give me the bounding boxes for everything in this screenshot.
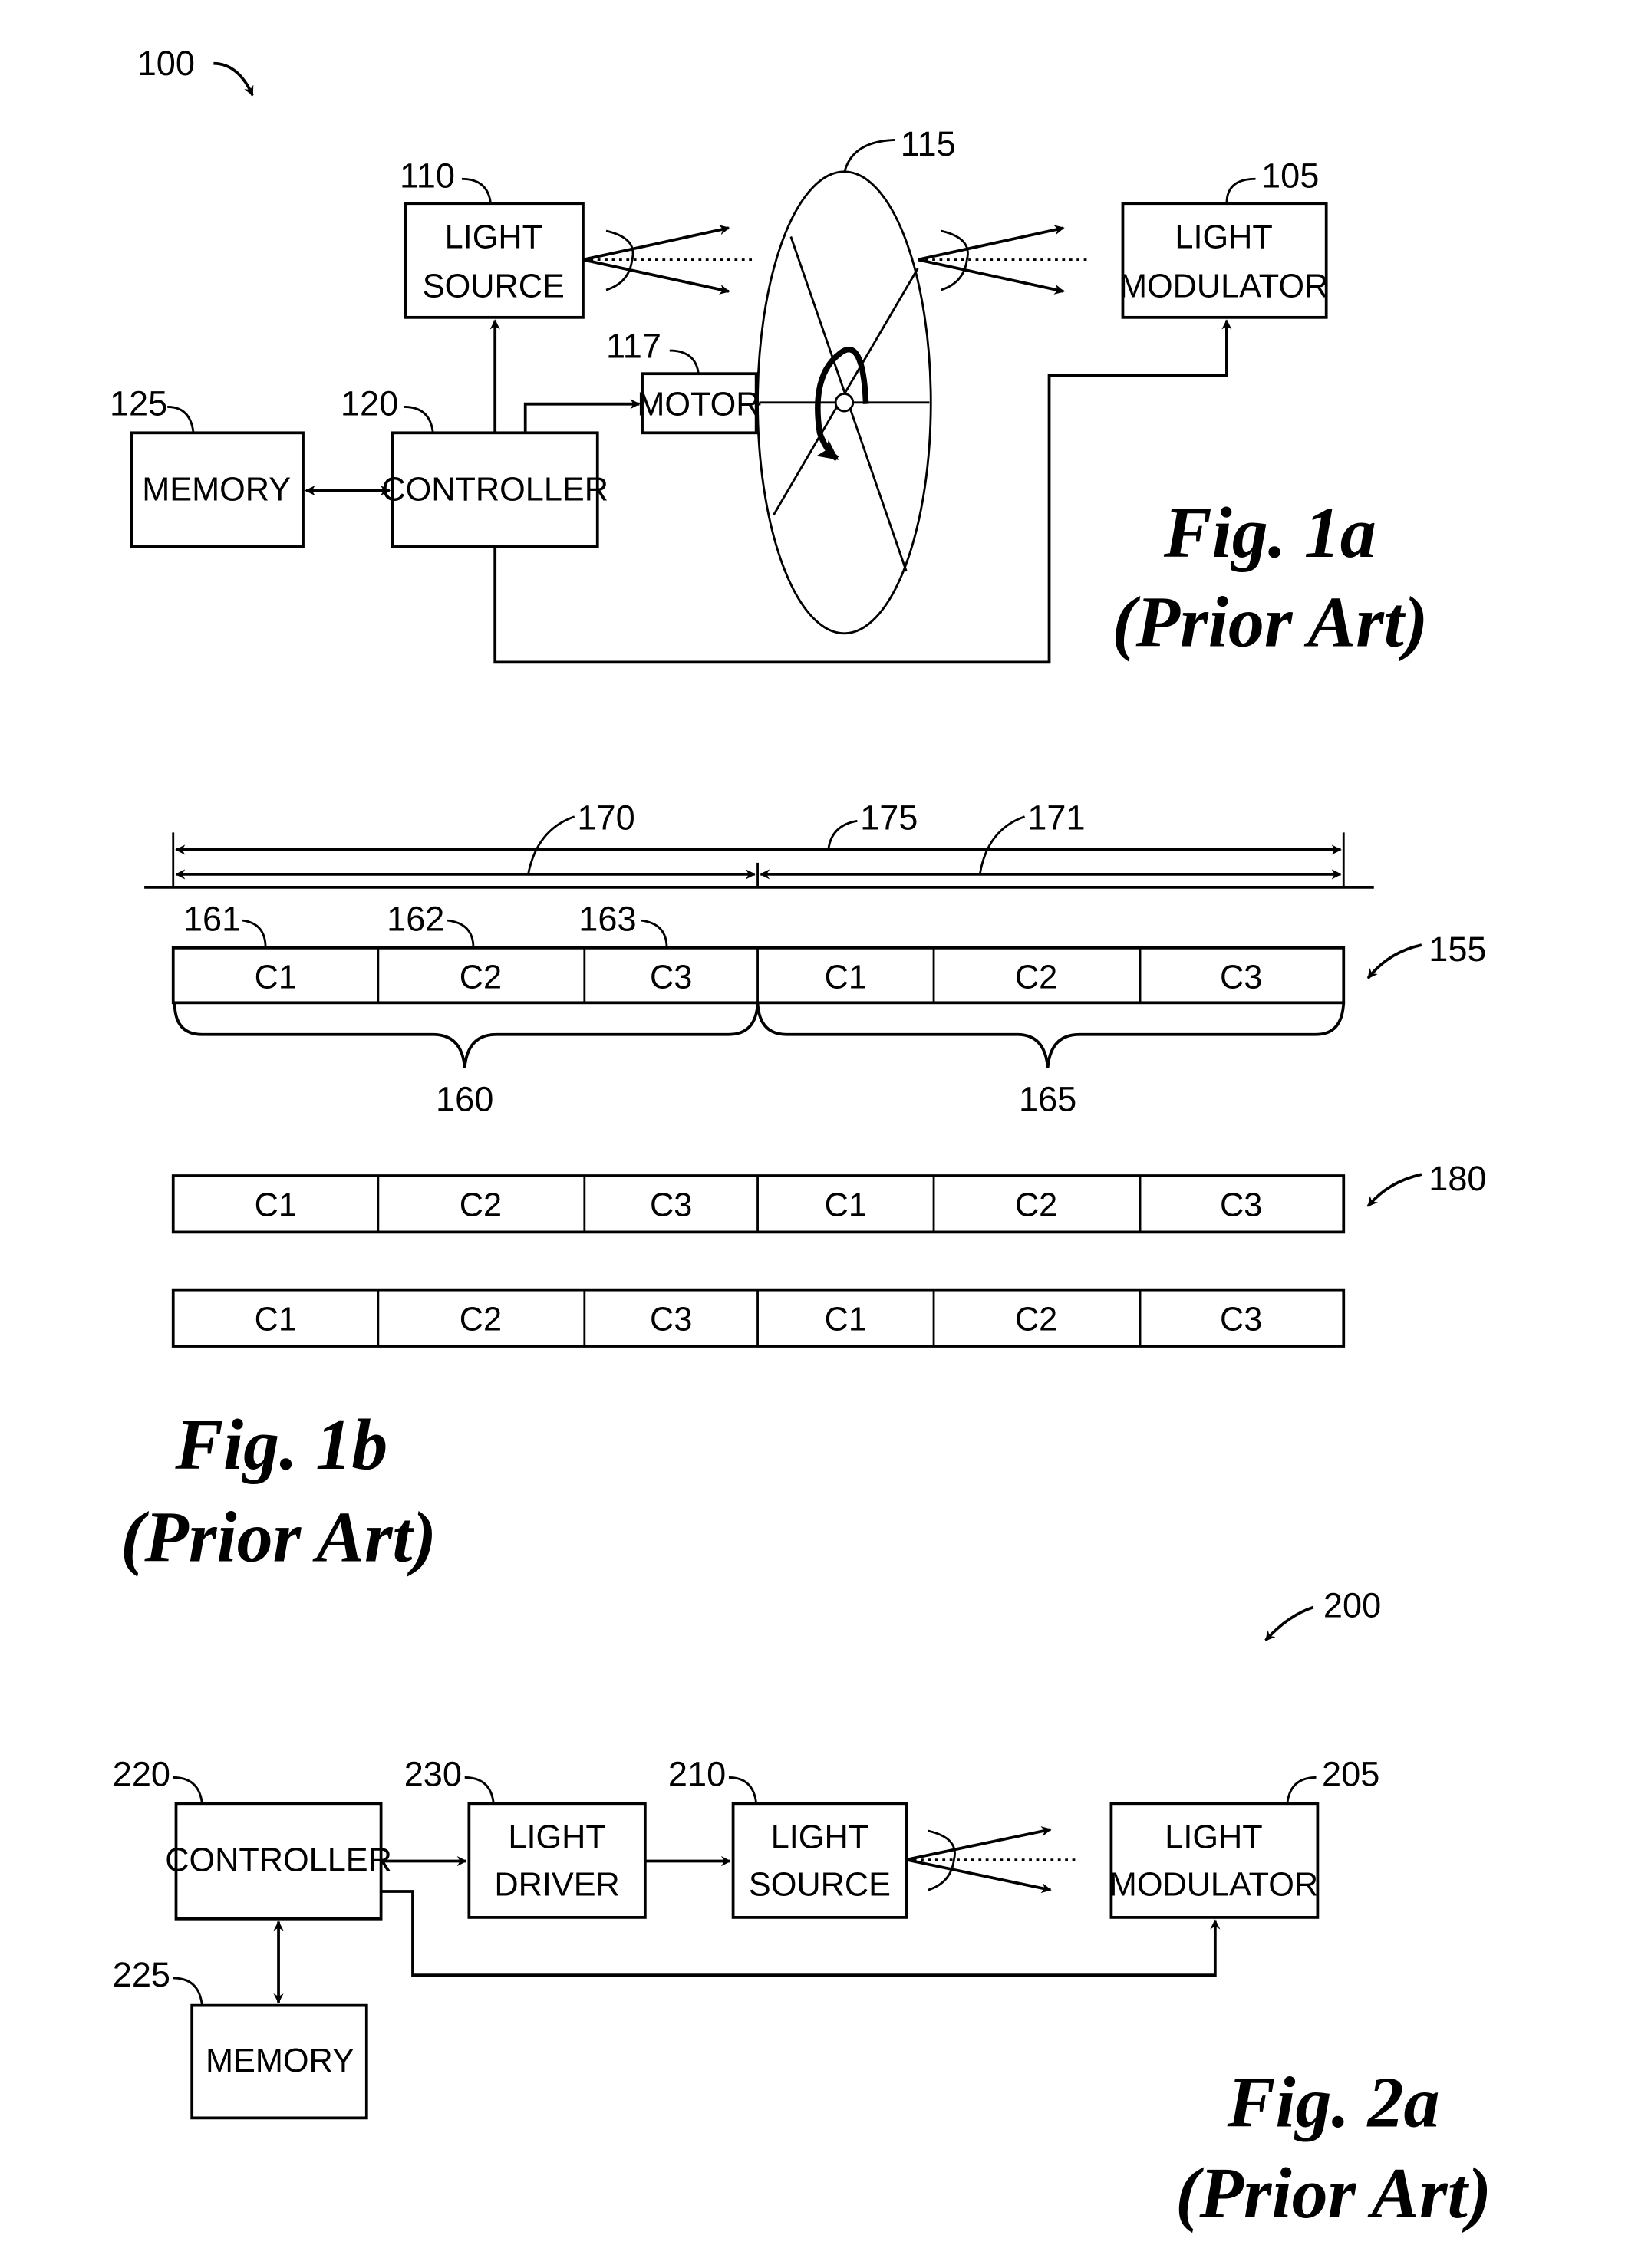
group-ref-165: 165	[1019, 1079, 1076, 1118]
light-source-label-2: SOURCE	[749, 1867, 891, 1904]
figure-1b-subcaption: (Prior Art)	[120, 1497, 437, 1577]
color-segment: C1	[825, 1301, 867, 1338]
group-ref-160: 160	[436, 1079, 493, 1118]
controller-ref: 120	[341, 384, 398, 423]
row-180-arrow	[1366, 1173, 1422, 1207]
light-beam-1	[582, 225, 753, 295]
brace-165	[756, 1002, 1346, 1068]
span-171-ref: 171	[1027, 798, 1085, 838]
figure-1a-ref-arrow	[213, 61, 254, 97]
figure-2a-ref: 200	[1323, 1586, 1381, 1625]
controller-label: CONTROLLER	[381, 472, 608, 509]
color-sequence-row-3: C1 C2 C3 C1 C2 C3	[171, 1288, 1346, 1348]
patent-drawing-sheet: 100 110 LIGHT SOURCE 115 105 LIGHT MODUL…	[110, 44, 1491, 2234]
leader-line	[461, 177, 492, 204]
color-sequence-row-155: C1 C2 C3 C1 C2 C3	[171, 946, 1346, 1005]
memory-ref: 125	[110, 384, 167, 423]
leader-line	[404, 406, 434, 433]
light-driver-block: 230 LIGHT DRIVER	[404, 1755, 647, 1919]
span-175-ref: 175	[860, 798, 918, 838]
leader-line	[843, 139, 895, 174]
memory-ref: 225	[113, 1955, 170, 1994]
row-155-ref: 155	[1429, 930, 1486, 969]
color-segment: C2	[460, 1187, 502, 1224]
row-155-arrow	[1366, 943, 1422, 979]
memory-label: MEMORY	[206, 2043, 354, 2079]
controller-block-2a: 220 CONTROLLER	[113, 1755, 392, 1921]
color-segment: C2	[1015, 1301, 1057, 1338]
light-modulator-label-1: LIGHT	[1175, 219, 1272, 256]
color-segment: C3	[650, 1187, 692, 1224]
leader-line	[167, 406, 195, 433]
color-wheel: 115	[756, 124, 956, 635]
figure-1a-subcaption: (Prior Art)	[1112, 583, 1428, 663]
light-modulator-ref: 205	[1322, 1755, 1379, 1794]
figure-2a-ref-arrow	[1264, 1605, 1314, 1641]
controller-ref: 220	[113, 1755, 170, 1794]
time-span-arrows: 170 175 171	[144, 798, 1374, 889]
light-source-label-1: LIGHT	[771, 1819, 868, 1856]
controller-label: CONTROLLER	[165, 1842, 392, 1879]
segment-ref-163: 163	[578, 899, 636, 938]
color-segment: C2	[460, 960, 502, 996]
light-driver-label-2: DRIVER	[494, 1867, 619, 1904]
light-driver-ref: 230	[404, 1755, 462, 1794]
color-segment: C3	[650, 1301, 692, 1338]
light-source-label-2: SOURCE	[423, 268, 565, 304]
motor-ref: 117	[606, 326, 661, 365]
color-segment: C2	[1015, 960, 1057, 996]
brace-160	[173, 1002, 760, 1068]
color-segment: C1	[825, 960, 867, 996]
light-modulator-block: 105 LIGHT MODULATOR	[1119, 156, 1328, 319]
color-segment: C1	[825, 1187, 867, 1224]
row-180-ref: 180	[1429, 1159, 1486, 1198]
color-segment: C1	[255, 1187, 297, 1224]
figure-1a-caption: Fig. 1a	[1163, 493, 1376, 573]
motor-block: 117 MOTOR	[606, 326, 760, 435]
light-modulator-label-1: LIGHT	[1165, 1819, 1262, 1856]
figure-2a: 200 220 CONTROLLER 230 LIGHT DRIVER 210 …	[113, 1586, 1491, 2234]
color-segment: C3	[1220, 1187, 1262, 1224]
light-beam-2a	[905, 1826, 1080, 1894]
light-modulator-block-2a: 205 LIGHT MODULATOR	[1109, 1755, 1379, 1919]
color-segment: C3	[1220, 1301, 1262, 1338]
light-source-ref: 210	[668, 1755, 726, 1794]
light-modulator-label-2: MODULATOR	[1109, 1867, 1318, 1904]
light-source-ref: 110	[400, 156, 455, 196]
color-segment: C2	[1015, 1187, 1057, 1224]
motor-label: MOTOR	[637, 387, 760, 423]
light-source-label-1: LIGHT	[445, 219, 542, 256]
controller-motor-link	[523, 399, 641, 433]
memory-block: 125 MEMORY	[110, 384, 305, 548]
figure-2a-caption: Fig. 2a	[1227, 2063, 1440, 2143]
light-source-block: 110 LIGHT SOURCE	[400, 156, 585, 319]
figure-1a-ref: 100	[137, 44, 195, 83]
light-modulator-label-2: MODULATOR	[1119, 268, 1328, 304]
figure-2a-subcaption: (Prior Art)	[1175, 2154, 1491, 2233]
color-sequence-row-180: C1 C2 C3 C1 C2 C3	[171, 1174, 1346, 1234]
color-segment: C2	[460, 1301, 502, 1338]
light-source-block-2a: 210 LIGHT SOURCE	[668, 1755, 908, 1919]
memory-label: MEMORY	[142, 472, 291, 509]
figure-1a: 100 110 LIGHT SOURCE 115 105 LIGHT MODUL…	[110, 44, 1428, 664]
color-segment: C1	[255, 1301, 297, 1338]
segment-ref-161: 161	[183, 899, 241, 938]
figure-1b-caption: Fig. 1b	[174, 1405, 387, 1485]
segment-ref-162: 162	[387, 899, 444, 938]
light-beam-2	[917, 225, 1089, 295]
color-segment: C1	[255, 960, 297, 996]
color-wheel-ref: 115	[901, 124, 956, 163]
figure-1b: 170 175 171 161 162 163 C1 C2 C3 C1 C2 C…	[120, 798, 1486, 1578]
memory-block-2a: 225 MEMORY	[113, 1955, 368, 2120]
light-driver-label-1: LIGHT	[508, 1819, 605, 1856]
color-segment: C3	[1220, 960, 1262, 996]
leader-line	[1225, 177, 1256, 204]
color-segment: C3	[650, 960, 692, 996]
leader-line	[669, 349, 700, 374]
controller-block: 120 CONTROLLER	[341, 384, 608, 548]
light-modulator-ref: 105	[1261, 156, 1319, 196]
span-170-ref: 170	[577, 798, 634, 838]
